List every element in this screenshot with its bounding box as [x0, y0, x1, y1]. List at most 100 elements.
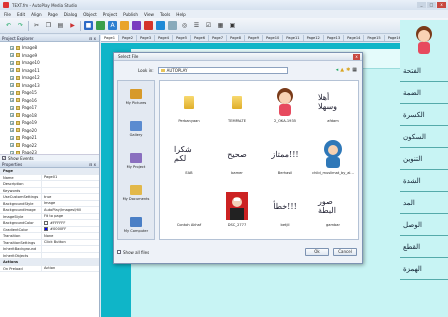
- property-value[interactable]: #FFFFFF: [42, 220, 99, 226]
- listbox-object-icon[interactable]: ☰: [192, 21, 201, 30]
- expand-icon[interactable]: +: [10, 98, 14, 103]
- page-tab[interactable]: Page10: [263, 35, 284, 41]
- expand-icon[interactable]: +: [10, 53, 14, 58]
- image-object-icon[interactable]: [96, 21, 105, 30]
- property-value[interactable]: #0000FF: [42, 227, 99, 233]
- property-value[interactable]: Page01: [42, 175, 99, 181]
- checkbox-icon[interactable]: ✓: [2, 156, 6, 160]
- menu-item[interactable]: Dialog: [64, 12, 77, 17]
- file-item[interactable]: صور البطة gambar: [312, 191, 354, 233]
- menu-item[interactable]: Edit: [17, 12, 25, 17]
- tree-item[interactable]: + Page18: [4, 112, 95, 120]
- expand-icon[interactable]: +: [10, 135, 14, 140]
- pin-icon[interactable]: ⊟ x: [89, 161, 96, 168]
- property-value[interactable]: Click Button: [42, 240, 99, 246]
- property-value[interactable]: [42, 188, 99, 194]
- page-tab[interactable]: Page3: [137, 35, 155, 41]
- page-tab[interactable]: Page7: [209, 35, 227, 41]
- minimize-button[interactable]: _: [417, 2, 426, 8]
- property-value[interactable]: [42, 181, 99, 187]
- expand-icon[interactable]: +: [10, 68, 14, 73]
- label-object-icon[interactable]: A: [108, 21, 117, 30]
- video-object-icon[interactable]: [132, 21, 141, 30]
- show-events-toggle[interactable]: ✓ Show Events: [0, 154, 99, 161]
- file-item[interactable]: TEMPALTE: [216, 87, 258, 129]
- checkbox-object-icon[interactable]: ☑: [204, 21, 213, 30]
- pin-icon[interactable]: ⊟ x: [89, 35, 96, 42]
- menu-item[interactable]: File: [4, 12, 11, 17]
- look-in-dropdown[interactable]: AUTOPLAY: [157, 67, 288, 74]
- place-item[interactable]: My Documents: [118, 177, 154, 209]
- slideshow-object-icon[interactable]: ▣: [228, 21, 237, 30]
- back-icon[interactable]: ◂: [336, 67, 339, 73]
- expand-icon[interactable]: +: [10, 150, 14, 154]
- page-tab[interactable]: Page11: [283, 35, 304, 41]
- expand-icon[interactable]: +: [10, 143, 14, 148]
- girl-image[interactable]: [400, 20, 448, 60]
- expand-icon[interactable]: +: [10, 83, 14, 88]
- dialog-close-icon[interactable]: x: [353, 54, 360, 60]
- undo-icon[interactable]: ↶: [4, 21, 13, 30]
- tree-item[interactable]: + Page16: [4, 97, 95, 105]
- expand-icon[interactable]: +: [10, 45, 14, 50]
- property-value[interactable]: None: [42, 233, 99, 239]
- tree-item[interactable]: + Page15: [4, 89, 95, 97]
- page-tab[interactable]: Page13: [324, 35, 345, 41]
- tree-item[interactable]: + Page21: [4, 134, 95, 142]
- cancel-button[interactable]: Cancel: [333, 248, 357, 256]
- close-button[interactable]: x: [437, 2, 446, 8]
- page-tab[interactable]: Page14: [344, 35, 365, 41]
- page-tab[interactable]: Page8: [227, 35, 245, 41]
- menu-item[interactable]: Help: [176, 12, 186, 17]
- preview-icon[interactable]: ▶: [68, 21, 77, 30]
- ok-button[interactable]: Ok: [305, 248, 329, 256]
- expand-icon[interactable]: +: [10, 113, 14, 118]
- tree-item[interactable]: + Image8: [4, 44, 95, 52]
- file-item[interactable]: 2_OKA-1935: [264, 87, 306, 129]
- file-item[interactable]: صحيح bamer: [216, 139, 258, 181]
- new-folder-icon[interactable]: ✱: [346, 67, 350, 73]
- file-item[interactable]: شكرا لكم EAB: [168, 139, 210, 181]
- file-item[interactable]: أهلا وسهلا afdam: [312, 87, 354, 129]
- input-object-icon[interactable]: [168, 21, 177, 30]
- place-item[interactable]: Gallery: [118, 113, 154, 145]
- tree-item[interactable]: + Page20: [4, 127, 95, 135]
- property-value[interactable]: [42, 253, 99, 259]
- expand-icon[interactable]: +: [10, 75, 14, 80]
- menu-item[interactable]: Align: [31, 12, 42, 17]
- object-button-icon[interactable]: ■: [84, 21, 93, 30]
- tree-item[interactable]: + Image13: [4, 82, 95, 90]
- paste-icon[interactable]: ▤: [56, 21, 65, 30]
- show-all-checkbox[interactable]: [117, 250, 121, 254]
- web-object-icon[interactable]: [156, 21, 165, 30]
- tree-item[interactable]: + Page22: [4, 142, 95, 150]
- tree-item[interactable]: + Page17: [4, 104, 95, 112]
- property-row[interactable]: On Preload Action: [0, 265, 99, 272]
- copy-icon[interactable]: ❐: [44, 21, 53, 30]
- redo-icon[interactable]: ↷: [16, 21, 25, 30]
- tree-item[interactable]: + Image10: [4, 59, 95, 67]
- expand-icon[interactable]: +: [10, 90, 14, 95]
- view-menu-icon[interactable]: ▦: [352, 67, 357, 73]
- expand-icon[interactable]: +: [10, 128, 14, 133]
- menu-item[interactable]: View: [144, 12, 154, 17]
- page-tab[interactable]: Page2: [119, 35, 137, 41]
- property-value[interactable]: Action: [42, 266, 99, 272]
- paragraph-object-icon[interactable]: [120, 21, 129, 30]
- cut-icon[interactable]: ✂: [32, 21, 41, 30]
- hotspot-object-icon[interactable]: ◎: [180, 21, 189, 30]
- page-tab[interactable]: Page15: [364, 35, 385, 41]
- file-item[interactable]: ممتاز!!! Berhasil: [264, 139, 306, 181]
- page-tab[interactable]: Page6: [191, 35, 209, 41]
- tree-item[interactable]: + Page19: [4, 119, 95, 127]
- property-value[interactable]: AutoPlay\Images\Hill: [42, 207, 99, 213]
- file-item[interactable]: child_muslimat_by_al...: [312, 139, 354, 181]
- menu-item[interactable]: Project: [103, 12, 117, 17]
- menu-item[interactable]: Page: [48, 12, 58, 17]
- file-item[interactable]: خطأ!!! betjil: [264, 191, 306, 233]
- property-value[interactable]: Image: [42, 201, 99, 207]
- up-folder-icon[interactable]: ▲: [340, 67, 344, 73]
- tree-item[interactable]: + Image11: [4, 67, 95, 75]
- place-item[interactable]: My Project: [118, 145, 154, 177]
- tree-item[interactable]: + Image12: [4, 74, 95, 82]
